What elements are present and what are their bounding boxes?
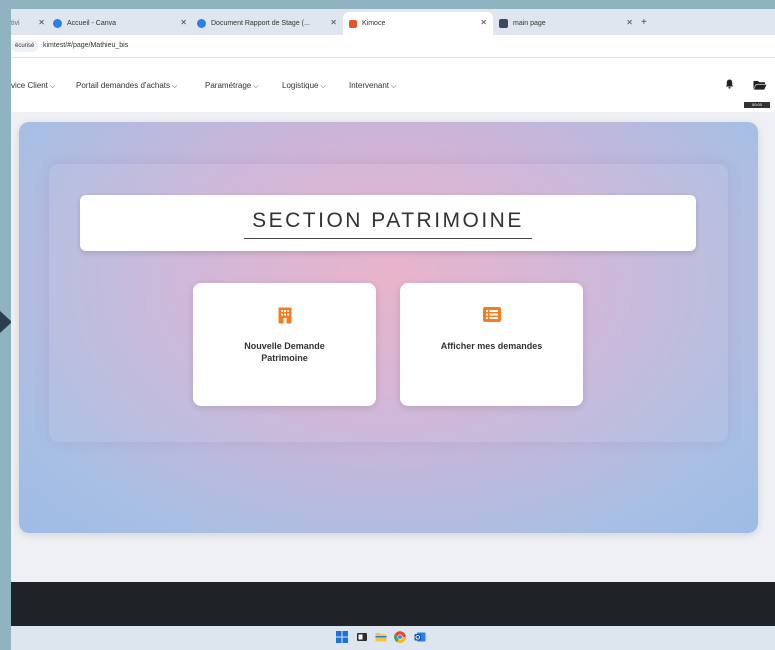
nav-item-label: Intervenant <box>349 81 390 90</box>
address-bar[interactable]: écurisé kimtest/#/page/Mathieu_bis <box>11 35 775 58</box>
file-explorer-icon[interactable] <box>375 631 387 643</box>
main-area: SECTION PATRIMOINE Nouvelle Demande Patr… <box>11 112 775 582</box>
new-request-card[interactable]: Nouvelle Demande Patrimoine <box>193 283 376 406</box>
nav-item-label: Portail demandes d'achats <box>76 81 171 90</box>
new-tab-button[interactable]: + <box>641 17 647 28</box>
tab-label: Document Rapport de Stage (... <box>211 20 310 27</box>
page-footer <box>11 582 775 626</box>
chevron-down-icon: ⌵ <box>391 83 397 90</box>
close-icon[interactable]: ✕ <box>480 18 487 27</box>
page-icon <box>499 19 508 28</box>
my-requests-card[interactable]: Afficher mes demandes <box>400 283 583 406</box>
canva-icon <box>53 19 62 28</box>
section-panel: SECTION PATRIMOINE Nouvelle Demande Patr… <box>19 122 758 533</box>
tab-label: tivi <box>11 20 20 27</box>
nav-item-label: Paramétrage <box>205 81 252 90</box>
browser-window: tivi ✕ Accueil - Canva ✕ Document Rappor… <box>11 9 775 650</box>
nav-item-service-client[interactable]: vice Client ⌵ <box>11 81 55 91</box>
new-request-label: Nouvelle Demande Patrimoine <box>244 341 325 363</box>
close-icon[interactable]: ✕ <box>180 18 187 27</box>
tab-label: main page <box>513 20 546 27</box>
app-navbar: vice Client ⌵ Portail demandes d'achats ⌵ … <box>11 58 775 113</box>
chevron-down-icon: ⌵ <box>320 83 326 90</box>
google-docs-icon <box>197 19 206 28</box>
section-inner-panel: SECTION PATRIMOINE Nouvelle Demande Patr… <box>49 164 728 442</box>
nav-item-logistique[interactable]: Logistique ⌵ <box>282 81 326 91</box>
nav-item-label: Logistique <box>282 81 319 90</box>
building-icon <box>278 307 291 324</box>
close-icon[interactable]: ✕ <box>626 18 633 27</box>
nav-item-intervenant[interactable]: Intervenant ⌵ <box>349 81 396 91</box>
tab-3[interactable]: Document Rapport de Stage (... ✕ <box>197 12 343 35</box>
chrome-icon[interactable] <box>394 631 406 643</box>
os-taskbar <box>11 626 775 650</box>
chevron-down-icon: ⌵ <box>253 83 259 90</box>
folder-open-icon[interactable] <box>753 80 767 90</box>
timer-badge: 00:00 <box>744 102 770 108</box>
tab-label: Accueil - Canva <box>67 20 117 27</box>
bell-icon[interactable] <box>725 79 734 89</box>
page-title: SECTION PATRIMOINE <box>252 209 524 232</box>
list-icon <box>482 307 501 322</box>
tab-label: Kimoce <box>362 20 386 27</box>
outlook-icon[interactable] <box>414 631 426 643</box>
close-icon[interactable]: ✕ <box>330 18 337 27</box>
tab-4[interactable]: Kimoce ✕ <box>343 12 493 35</box>
chevron-down-icon: ⌵ <box>172 83 178 90</box>
nav-item-parametrage[interactable]: Paramétrage ⌵ <box>205 81 259 91</box>
windows-start-icon[interactable] <box>336 631 348 643</box>
chevron-down-icon: ⌵ <box>49 83 56 90</box>
close-icon[interactable]: ✕ <box>38 18 45 27</box>
tab-1[interactable]: tivi ✕ <box>11 12 51 35</box>
tab-5[interactable]: main page ✕ <box>499 12 639 35</box>
task-view-icon[interactable] <box>356 631 368 643</box>
url-text[interactable]: kimtest/#/page/Mathieu_bis <box>43 40 128 52</box>
kimoce-icon <box>349 19 357 28</box>
tab-2[interactable]: Accueil - Canva ✕ <box>53 12 193 35</box>
section-title-box: SECTION PATRIMOINE <box>80 195 696 251</box>
my-requests-label: Afficher mes demandes <box>440 341 543 351</box>
nav-item-label: vice Client <box>11 81 48 90</box>
security-badge[interactable]: écurisé <box>11 40 39 52</box>
tab-strip: tivi ✕ Accueil - Canva ✕ Document Rappor… <box>11 9 775 35</box>
nav-item-portail[interactable]: Portail demandes d'achats ⌵ <box>76 81 177 91</box>
title-underline <box>244 238 532 239</box>
